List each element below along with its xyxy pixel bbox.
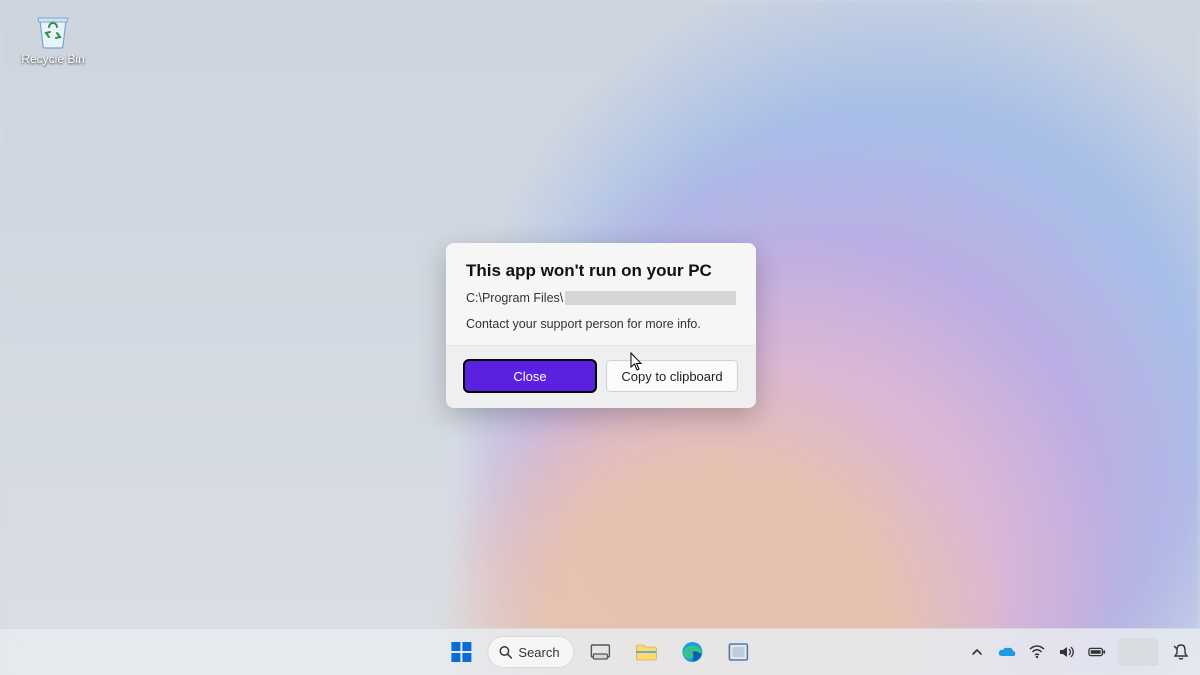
dialog-message: Contact your support person for more inf… bbox=[466, 317, 736, 331]
dialog-button-row: Close Copy to clipboard bbox=[446, 345, 756, 408]
battery-tray-button[interactable] bbox=[1088, 643, 1106, 661]
taskbar-search[interactable]: Search bbox=[487, 636, 574, 668]
taskbar-app-button[interactable] bbox=[719, 632, 759, 672]
notifications-button[interactable] bbox=[1170, 643, 1192, 661]
copy-to-clipboard-button[interactable]: Copy to clipboard bbox=[606, 360, 738, 392]
speaker-icon bbox=[1059, 645, 1075, 659]
chevron-up-icon bbox=[971, 646, 983, 658]
taskbar: Search bbox=[0, 628, 1200, 675]
wifi-tray-button[interactable] bbox=[1028, 643, 1046, 661]
recycle-bin-icon bbox=[33, 10, 73, 50]
taskbar-system-tray bbox=[968, 629, 1192, 675]
onedrive-icon bbox=[998, 646, 1016, 658]
dialog-path-redacted bbox=[565, 291, 736, 305]
app-window-icon bbox=[729, 643, 749, 661]
recycle-bin-label: Recycle Bin bbox=[18, 52, 88, 66]
file-explorer-button[interactable] bbox=[627, 632, 667, 672]
error-dialog: This app won't run on your PC C:\Program… bbox=[446, 243, 756, 408]
wifi-icon bbox=[1029, 645, 1045, 659]
close-button[interactable]: Close bbox=[464, 360, 596, 392]
edge-icon bbox=[682, 641, 704, 663]
dialog-path-line: C:\Program Files\ bbox=[466, 291, 736, 305]
dialog-path-prefix: C:\Program Files\ bbox=[466, 291, 563, 305]
dialog-title: This app won't run on your PC bbox=[466, 261, 736, 281]
edge-browser-button[interactable] bbox=[673, 632, 713, 672]
file-explorer-icon bbox=[636, 643, 658, 661]
taskbar-center-group: Search bbox=[441, 629, 758, 675]
tray-overflow-button[interactable] bbox=[968, 643, 986, 661]
start-button[interactable] bbox=[441, 632, 481, 672]
battery-icon bbox=[1088, 646, 1106, 658]
taskbar-search-label: Search bbox=[518, 645, 559, 660]
bell-icon bbox=[1172, 643, 1190, 661]
taskbar-clock-redacted[interactable] bbox=[1118, 638, 1158, 666]
onedrive-tray-button[interactable] bbox=[998, 643, 1016, 661]
volume-tray-button[interactable] bbox=[1058, 643, 1076, 661]
search-icon bbox=[498, 645, 512, 659]
windows-logo-icon bbox=[450, 641, 472, 663]
recycle-bin-desktop-icon[interactable]: Recycle Bin bbox=[18, 10, 88, 66]
task-view-icon bbox=[591, 644, 611, 660]
task-view-button[interactable] bbox=[581, 632, 621, 672]
